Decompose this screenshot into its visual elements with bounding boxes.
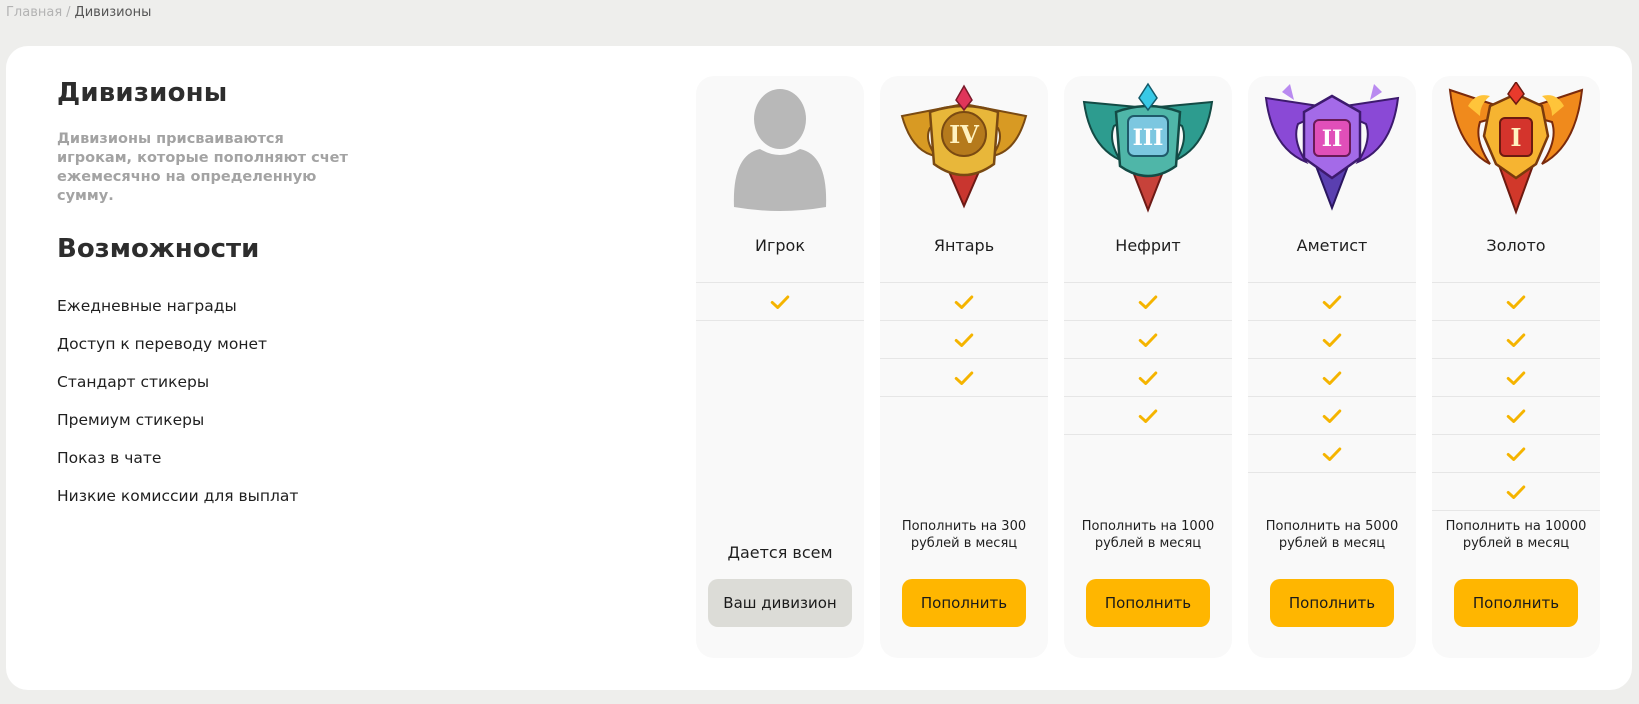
check-icon (1321, 367, 1343, 389)
tier-price: Пополнить на 10000 рублей в месяц (1445, 519, 1587, 551)
current-division-button[interactable]: Ваш дивизион (708, 579, 852, 627)
feature-check (1248, 283, 1416, 321)
breadcrumb-separator: / (66, 5, 71, 20)
check-icon (769, 291, 791, 313)
feature-check (1432, 321, 1600, 359)
check-icon (1505, 481, 1527, 503)
divisions-card: Дивизионы Дивизионы присваиваются игрока… (6, 46, 1632, 690)
tier-feature-checks (1248, 282, 1416, 473)
tier-name: Янтарь (933, 236, 995, 255)
tier-card-amethyst: II Аметист Пополнить на 5000 рублей в ме… (1248, 76, 1416, 658)
breadcrumb: Главная / Дивизионы (6, 5, 151, 20)
tier-feature-checks (1432, 282, 1600, 511)
feature-item: Доступ к переводу монет (57, 335, 268, 353)
page-description: Дивизионы присваиваются игрокам, которые… (57, 131, 348, 204)
check-icon (1321, 405, 1343, 427)
amethyst-emblem-icon: II (1262, 82, 1402, 218)
svg-text:I: I (1510, 123, 1521, 152)
feature-check (1064, 397, 1232, 435)
gold-emblem-icon: I (1446, 82, 1586, 218)
feature-check (1064, 283, 1232, 321)
tier-feature-checks (880, 282, 1048, 397)
top-up-button-amethyst[interactable]: Пополнить (1270, 579, 1394, 627)
check-icon (1505, 405, 1527, 427)
tier-card-player: Игрок Дается всем Ваш дивизион (696, 76, 864, 658)
tier-feature-checks (696, 282, 864, 321)
feature-check (1248, 397, 1416, 435)
check-icon (1505, 291, 1527, 313)
feature-check (1248, 321, 1416, 359)
feature-check (1248, 435, 1416, 473)
tier-card-gold: I Золото Пополнить на 10000 рублей в мес… (1432, 76, 1600, 658)
tier-card-jade: III Нефрит Пополнить на 1000 рублей в ме… (1064, 76, 1232, 658)
tier-name: Нефрит (1115, 236, 1181, 255)
check-icon (1321, 329, 1343, 351)
check-icon (953, 329, 975, 351)
feature-check (1432, 435, 1600, 473)
check-icon (953, 291, 975, 313)
tier-card-amber: IV Янтарь Пополнить на 300 рублей в меся… (880, 76, 1048, 658)
amber-emblem-icon: IV (894, 82, 1034, 218)
page-title: Дивизионы (57, 78, 228, 108)
feature-check (880, 321, 1048, 359)
jade-emblem-icon: III (1078, 82, 1218, 218)
top-up-button-gold[interactable]: Пополнить (1454, 579, 1578, 627)
tier-note: Дается всем (727, 543, 833, 562)
check-icon (1321, 443, 1343, 465)
intro-section: Дивизионы Дивизионы присваиваются игрока… (57, 78, 477, 206)
features-title: Возможности (57, 234, 260, 264)
check-icon (1505, 443, 1527, 465)
check-icon (953, 367, 975, 389)
top-up-button-amber[interactable]: Пополнить (902, 579, 1026, 627)
tier-name: Игрок (755, 236, 805, 255)
check-icon (1137, 291, 1159, 313)
tier-feature-checks (1064, 282, 1232, 435)
feature-check (1064, 359, 1232, 397)
feature-check (880, 359, 1048, 397)
tier-price: Пополнить на 5000 рублей в месяц (1265, 519, 1399, 551)
feature-item: Низкие комиссии для выплат (57, 487, 299, 505)
tier-price: Пополнить на 1000 рублей в месяц (1081, 519, 1215, 551)
svg-text:IV: IV (949, 120, 979, 149)
breadcrumb-home-link[interactable]: Главная (6, 5, 62, 20)
feature-check (1432, 359, 1600, 397)
svg-text:III: III (1133, 125, 1164, 151)
feature-check (1432, 473, 1600, 511)
top-up-button-jade[interactable]: Пополнить (1086, 579, 1210, 627)
check-icon (1137, 367, 1159, 389)
feature-check (1432, 283, 1600, 321)
feature-list: Ежедневные награды Доступ к переводу мон… (57, 287, 298, 515)
feature-item: Стандарт стикеры (57, 373, 210, 391)
feature-check (1064, 321, 1232, 359)
check-icon (1321, 291, 1343, 313)
feature-check (1432, 397, 1600, 435)
breadcrumb-current: Дивизионы (74, 5, 152, 20)
feature-check (696, 283, 864, 321)
svg-text:II: II (1322, 126, 1343, 152)
feature-check (1248, 359, 1416, 397)
check-icon (1505, 367, 1527, 389)
check-icon (1137, 405, 1159, 427)
tier-name: Аметист (1296, 236, 1368, 255)
check-icon (1505, 329, 1527, 351)
feature-check (880, 283, 1048, 321)
check-icon (1137, 329, 1159, 351)
tier-name: Золото (1486, 236, 1546, 255)
feature-item: Показ в чате (57, 449, 162, 467)
feature-item: Премиум стикеры (57, 411, 205, 429)
tier-price: Пополнить на 300 рублей в месяц (901, 519, 1027, 551)
player-silhouette-icon (710, 82, 850, 218)
feature-item: Ежедневные награды (57, 297, 237, 315)
